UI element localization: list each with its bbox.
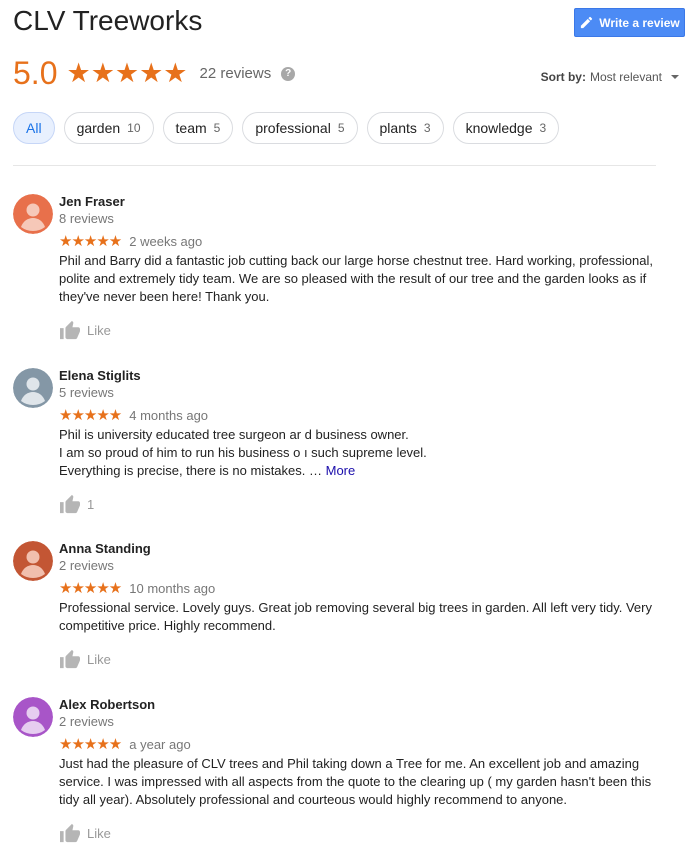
reviewer-review-count: 2 reviews (59, 558, 114, 573)
chip-count: 5 (213, 121, 221, 135)
avatar[interactable] (13, 541, 53, 581)
review-stars: ★★★★★ (59, 579, 122, 597)
like-button[interactable]: Like (59, 648, 664, 670)
review-text: Phil is university educated tree surgeon… (59, 426, 664, 480)
avatar[interactable] (13, 194, 53, 234)
reviewer-name[interactable]: Alex Robertson (59, 697, 664, 713)
chip-label: professional (255, 120, 331, 136)
reviewer-review-count: 8 reviews (59, 211, 114, 226)
review-date: 2 weeks ago (129, 233, 203, 249)
rating-summary: 5.0 ★★★★★ 22 reviews ? (13, 55, 296, 92)
filter-chip-garden[interactable]: garden 10 (63, 112, 154, 144)
filter-chip-plants[interactable]: plants 3 (366, 112, 444, 144)
thumbs-up-icon (60, 649, 80, 669)
review-text-line: Everything is precise, there is no mista… (59, 462, 664, 480)
reviewer-name[interactable]: Anna Standing (59, 541, 664, 557)
filter-chip-knowledge[interactable]: knowledge 3 (452, 112, 560, 144)
reviewer-review-count: 5 reviews (59, 385, 114, 400)
reviewer-review-count: 2 reviews (59, 714, 114, 729)
like-button[interactable]: 1 (59, 493, 664, 515)
review-text-fragment: Everything is precise, there is no mista… (59, 463, 322, 478)
like-label: Like (87, 825, 111, 841)
topic-filters: All garden 10 team 5 professional 5 plan… (13, 112, 560, 144)
like-button[interactable]: Like (59, 822, 664, 844)
like-count: 1 (87, 496, 95, 512)
filter-chip-professional[interactable]: professional 5 (242, 112, 358, 144)
user-avatar-icon (13, 697, 53, 737)
chip-label: team (175, 120, 207, 136)
rating-value: 5.0 (13, 55, 58, 91)
help-icon[interactable]: ? (281, 66, 296, 81)
chip-count: 10 (127, 121, 141, 135)
thumbs-up-icon (60, 494, 80, 514)
user-avatar-icon (13, 194, 53, 234)
more-link[interactable]: More (326, 463, 356, 478)
sort-label: Sort by: (540, 70, 586, 84)
business-title: CLV Treeworks (13, 5, 203, 36)
caret-down-icon (671, 75, 679, 79)
review-text: Phil and Barry did a fantastic job cutti… (59, 253, 653, 304)
review-text: Professional service. Lovely guys. Great… (59, 600, 652, 633)
chip-label: plants (379, 120, 417, 136)
thumbs-up-icon (60, 320, 80, 340)
sort-value: Most relevant (589, 70, 662, 84)
user-avatar-icon (13, 368, 53, 408)
user-avatar-icon (13, 541, 53, 581)
divider (13, 165, 656, 166)
avatar[interactable] (13, 697, 53, 737)
write-review-label: Write a review (599, 15, 680, 30)
review-date: 10 months ago (129, 580, 216, 596)
chip-count: 3 (423, 121, 431, 135)
like-label: Like (87, 651, 111, 667)
chip-count: 5 (337, 121, 345, 135)
write-review-button[interactable]: Write a review (574, 8, 685, 37)
filter-chip-all[interactable]: All (13, 112, 55, 144)
avatar[interactable] (13, 368, 53, 408)
review-count: 22 reviews (199, 65, 272, 82)
chip-count: 3 (539, 121, 547, 135)
review-date: 4 months ago (129, 407, 209, 423)
like-label: Like (87, 322, 111, 338)
reviewer-name[interactable]: Elena Stiglits (59, 368, 664, 384)
review-stars: ★★★★★ (59, 232, 122, 250)
filter-chip-team[interactable]: team 5 (162, 112, 234, 144)
chip-label: garden (76, 120, 121, 136)
review-stars: ★★★★★ (59, 406, 122, 424)
review-stars: ★★★★★ (59, 735, 122, 753)
reviewer-name[interactable]: Jen Fraser (59, 194, 664, 210)
chip-label: All (26, 120, 42, 136)
like-button[interactable]: Like (59, 319, 664, 341)
review-text-line: Phil is university educated tree surgeon… (59, 427, 409, 442)
review-date: a year ago (129, 736, 191, 752)
sort-dropdown[interactable]: Sort by: Most relevant (541, 70, 679, 84)
review-text-line: I am so proud of him to run his business… (59, 445, 427, 460)
review-text: Just had the pleasure of CLV trees and P… (59, 756, 652, 807)
pencil-icon (581, 16, 593, 29)
thumbs-up-icon (60, 823, 80, 843)
rating-stars: ★★★★★ (66, 58, 188, 88)
chip-label: knowledge (465, 120, 533, 136)
